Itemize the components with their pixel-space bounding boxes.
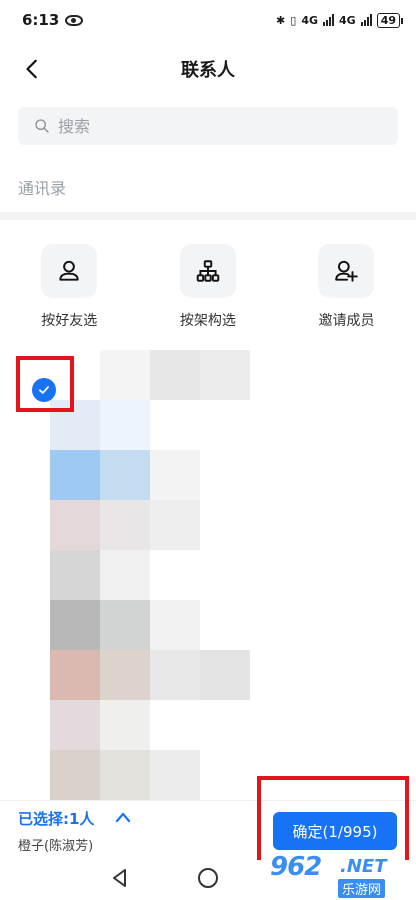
- add-user-icon: [335, 260, 359, 282]
- signal-icon: [323, 14, 334, 26]
- watermark-net: .NET: [340, 856, 387, 877]
- search-bar[interactable]: [18, 107, 398, 145]
- mosaic-tile: [100, 550, 150, 600]
- mosaic-tile: [100, 350, 150, 400]
- mosaic-tile: [150, 450, 200, 500]
- selected-count[interactable]: 已选择:1人: [18, 808, 94, 829]
- watermark-site-name: 乐游网: [338, 879, 386, 898]
- action-icon-container: [318, 244, 375, 298]
- mosaic-tile: [100, 500, 150, 550]
- mosaic-tile: [50, 600, 100, 650]
- mosaic-tile: [100, 400, 150, 450]
- mosaic-tile: [50, 750, 100, 800]
- mosaic-tile: [100, 450, 150, 500]
- selected-contact-name: 橙子(陈淑芳): [18, 839, 94, 854]
- mosaic-tile: [150, 650, 200, 700]
- bluetooth-icon: ✱: [276, 13, 286, 27]
- mosaic-tile: [50, 550, 100, 600]
- watermark-number: 962: [270, 852, 322, 882]
- check-icon: [39, 386, 49, 394]
- battery-icon: 49: [376, 12, 404, 28]
- network-type-1: 4G: [301, 13, 318, 27]
- mosaic-tile: [100, 750, 150, 800]
- mosaic-tile: [150, 350, 200, 400]
- mosaic-tile: [100, 650, 150, 700]
- action-icon-container: [179, 244, 236, 298]
- status-time: 6:13: [22, 11, 60, 29]
- watermark-logo: 962 .NET 乐游网: [270, 852, 410, 898]
- header: 联系人: [0, 44, 416, 94]
- nav-home-icon[interactable]: [198, 868, 218, 888]
- back-button[interactable]: [18, 54, 48, 84]
- contact-checkbox[interactable]: [32, 378, 56, 402]
- user-icon: [59, 260, 79, 281]
- search-input[interactable]: [58, 116, 378, 136]
- mosaic-tile: [150, 500, 200, 550]
- page-title: 联系人: [181, 60, 235, 81]
- mosaic-tile: [100, 700, 150, 750]
- action-icon-container: [41, 244, 98, 298]
- mosaic-tile: [50, 450, 100, 500]
- eye-icon: [65, 14, 84, 26]
- signal-icon: [360, 14, 372, 26]
- network-type-2: 4G: [339, 13, 356, 27]
- status-icons: ✱ ▯ 4G 4G 49: [276, 12, 404, 28]
- search-icon: [35, 119, 49, 133]
- mosaic-tile: [50, 650, 100, 700]
- chevron-up-icon[interactable]: [115, 811, 131, 823]
- mosaic-tile: [150, 750, 200, 800]
- mosaic-tile: [200, 650, 250, 700]
- mosaic-tile: [50, 700, 100, 750]
- section-label-contacts: 通讯录: [18, 179, 67, 198]
- mosaic-tile: [200, 350, 250, 400]
- mosaic-tile: [50, 500, 100, 550]
- chevron-left-icon: [26, 59, 37, 79]
- mosaic-tile: [150, 600, 200, 650]
- divider: [0, 212, 416, 220]
- mosaic-tile: [100, 600, 150, 650]
- org-chart-icon: [196, 260, 220, 282]
- vibrate-icon: ▯: [290, 13, 297, 27]
- nav-back-icon[interactable]: [110, 868, 130, 888]
- status-bar: 6:13 ✱ ▯ 4G 4G 49: [0, 0, 416, 40]
